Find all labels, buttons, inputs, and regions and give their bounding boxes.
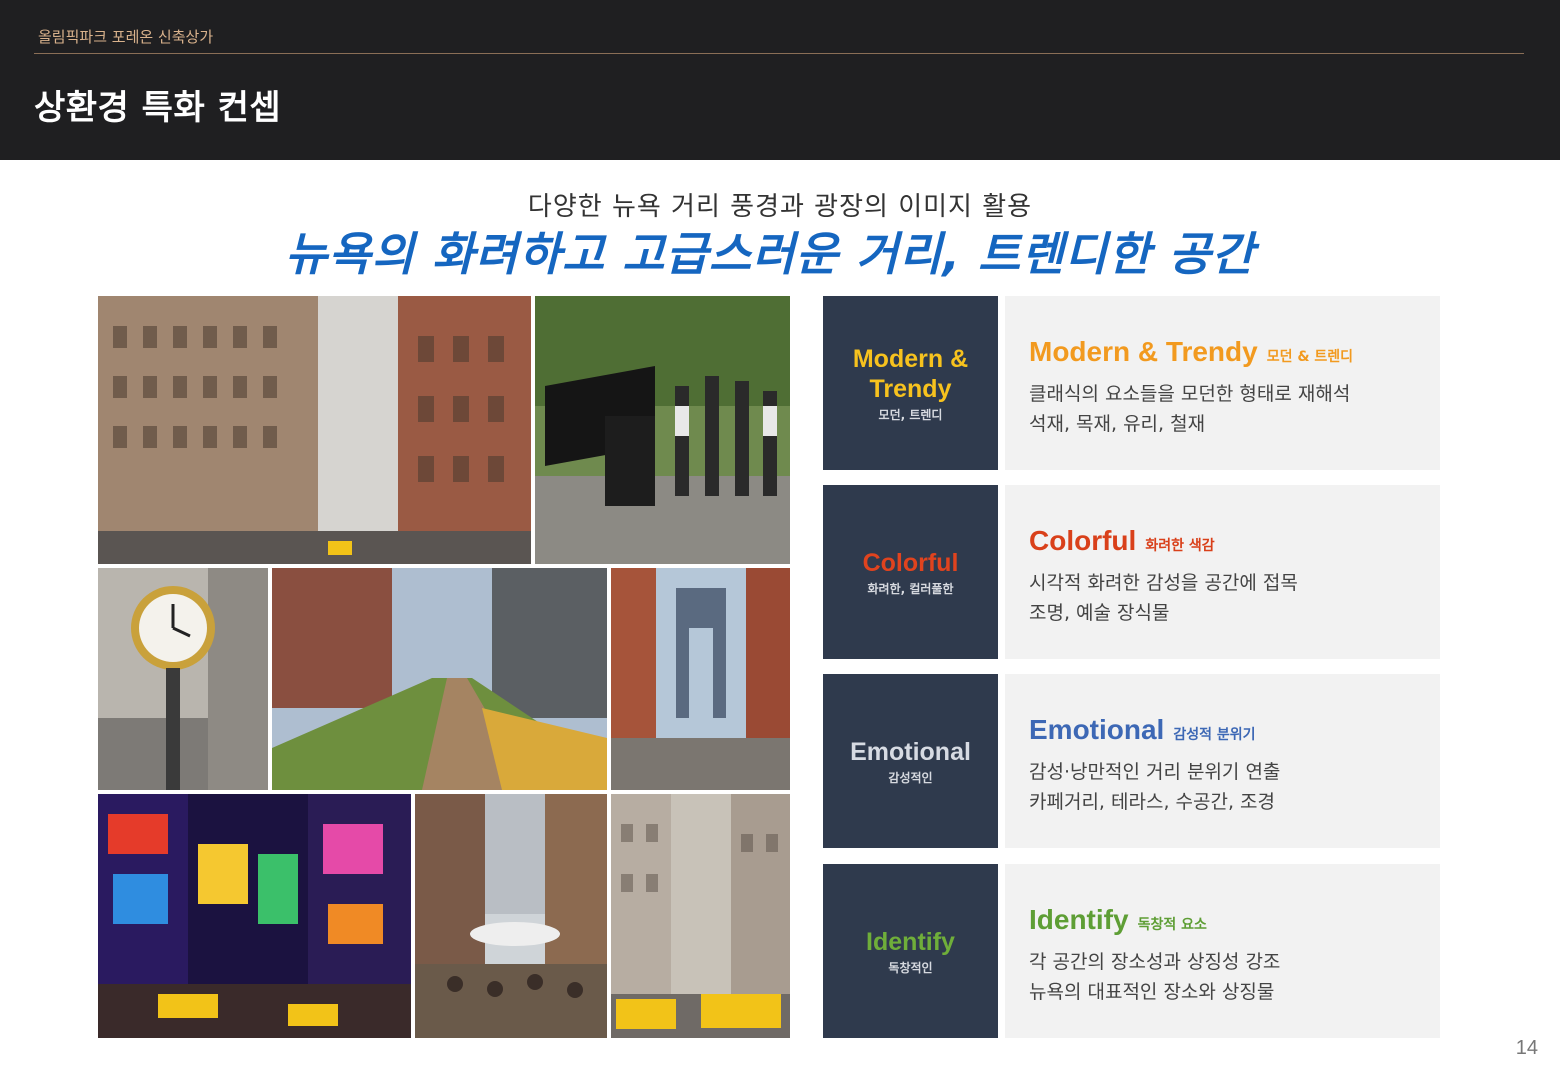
concept-label-identify: Identify 독창적인 xyxy=(823,864,998,1038)
concept-description-modern-trendy: Modern & Trendy 모던 & 트렌디클래식의 요소들을 모던한 형태로… xyxy=(1005,296,1440,470)
concept-label-modern-trendy: Modern & Trendy 모던, 트렌디 xyxy=(823,296,998,470)
concept-label-en: Modern & Trendy xyxy=(852,344,969,403)
concept-heading: Colorful 화려한 색감 xyxy=(1029,525,1440,557)
concept-description-emotional: Emotional 감성적 분위기감성·낭만적인 거리 분위기 연출카페거리, 테… xyxy=(1005,674,1440,848)
concept-label-en: Identify xyxy=(866,927,955,956)
concept-line: 카페거리, 테라스, 수공간, 조경 xyxy=(1029,791,1275,813)
concept-label-ko: 독창적인 xyxy=(888,960,933,975)
concept-line: 석재, 목재, 유리, 철재 xyxy=(1029,413,1206,435)
concept-line: 감성·낭만적인 거리 분위기 연출 xyxy=(1029,761,1281,783)
concept-description-identify: Identify 독창적 요소각 공간의 장소성과 상징성 강조뉴욕의 대표적인 … xyxy=(1005,864,1440,1038)
concept-heading: Emotional 감성적 분위기 xyxy=(1029,714,1440,746)
concept-line: 뉴욕의 대표적인 장소와 상징물 xyxy=(1029,981,1275,1003)
intro-headline: 뉴욕의 화려하고 고급스러운 거리, 트렌디한 공간 xyxy=(285,227,1255,281)
concept-title-en: Identify xyxy=(1029,904,1129,935)
concept-title-ko: 감성적 분위기 xyxy=(1173,727,1256,743)
header-bar: 올림픽파크 포레온 신축상가 상환경 특화 컨셉 xyxy=(0,0,1560,160)
concept-line: 클래식의 요소들을 모던한 형태로 재해석 xyxy=(1029,383,1351,405)
concept-title-en: Colorful xyxy=(1029,525,1137,556)
project-name: 올림픽파크 포레온 신축상가 xyxy=(38,28,214,46)
concept-label-colorful: Colorful 화려한, 컬러풀한 xyxy=(823,485,998,659)
concept-line: 각 공간의 장소성과 상징성 강조 xyxy=(1029,951,1281,973)
page-number: 14 xyxy=(1515,1037,1538,1059)
concept-line: 조명, 예술 장식물 xyxy=(1029,602,1170,624)
photo-yellow-cabs xyxy=(611,794,790,1038)
concept-line: 시각적 화려한 감성을 공간에 접목 xyxy=(1029,572,1298,594)
photo-high-line xyxy=(272,568,607,790)
concept-label-emotional: Emotional 감성적인 xyxy=(823,674,998,848)
concept-label-ko: 모던, 트렌디 xyxy=(878,407,943,422)
concept-label-ko: 화려한, 컬러풀한 xyxy=(867,581,954,596)
concept-title-ko: 화려한 색감 xyxy=(1145,538,1215,554)
photo-manhattan-bridge xyxy=(611,568,790,790)
concept-heading: Identify 독창적 요소 xyxy=(1029,904,1440,936)
header-divider xyxy=(34,53,1524,54)
photo-park-piano xyxy=(535,296,790,564)
concept-title-ko: 모던 & 트렌디 xyxy=(1266,349,1354,365)
photo-ny-buildings xyxy=(98,296,531,564)
concept-label-en: Emotional xyxy=(850,737,971,766)
concept-title-en: Modern & Trendy xyxy=(1029,336,1258,367)
photo-cafe-street xyxy=(415,794,607,1038)
concept-title-en: Emotional xyxy=(1029,714,1165,745)
concept-heading: Modern & Trendy 모던 & 트렌디 xyxy=(1029,336,1440,368)
photo-street-clock xyxy=(98,568,268,790)
concept-label-en: Colorful xyxy=(862,548,959,577)
concept-title-ko: 독창적 요소 xyxy=(1137,917,1207,933)
concept-label-ko: 감성적인 xyxy=(888,770,933,785)
concept-description-colorful: Colorful 화려한 색감시각적 화려한 감성을 공간에 접목조명, 예술 장… xyxy=(1005,485,1440,659)
photo-times-square xyxy=(98,794,411,1038)
page-title: 상환경 특화 컨셉 xyxy=(34,88,282,128)
